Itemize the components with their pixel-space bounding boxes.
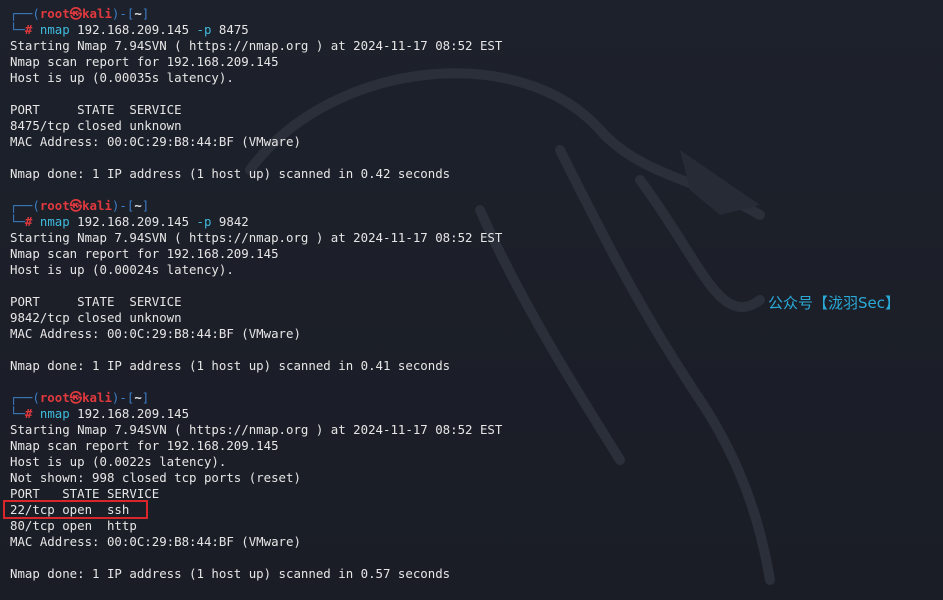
- terminal-window[interactable]: ┌──(root㉿kali)-[~] └─# nmap 192.168.209.…: [0, 0, 943, 600]
- command-line: └─# nmap 192.168.209.145 -p 8475: [10, 22, 249, 37]
- output-line: PORT STATE SERVICE: [10, 102, 182, 117]
- output-line: MAC Address: 00:0C:29:B8:44:BF (VMware): [10, 134, 301, 149]
- output-line: Nmap done: 1 IP address (1 host up) scan…: [10, 166, 451, 181]
- output-line: MAC Address: 00:0C:29:B8:44:BF (VMware): [10, 534, 301, 549]
- output-line-ssh: 22/tcp open ssh: [10, 502, 130, 517]
- output-line: Not shown: 998 closed tcp ports (reset): [10, 470, 301, 485]
- output-line: Nmap scan report for 192.168.209.145: [10, 438, 279, 453]
- output-line: Host is up (0.0022s latency).: [10, 454, 227, 469]
- prompt-line: ┌──(root㉿kali)-[~]: [10, 390, 150, 405]
- output-line: Starting Nmap 7.94SVN ( https://nmap.org…: [10, 230, 503, 245]
- output-line: Nmap scan report for 192.168.209.145: [10, 54, 279, 69]
- output-line: MAC Address: 00:0C:29:B8:44:BF (VMware): [10, 326, 301, 341]
- output-line: Host is up (0.00035s latency).: [10, 70, 234, 85]
- output-line: 80/tcp open http: [10, 518, 137, 533]
- highlight-annotation-box: [3, 500, 148, 519]
- watermark-text: 公众号【泷羽Sec】: [768, 294, 900, 312]
- output-line: Nmap done: 1 IP address (1 host up) scan…: [10, 566, 451, 581]
- output-line: Host is up (0.00024s latency).: [10, 262, 234, 277]
- command-line: └─# nmap 192.168.209.145 -p 9842: [10, 214, 249, 229]
- output-line: 8475/tcp closed unknown: [10, 118, 182, 133]
- output-line: Starting Nmap 7.94SVN ( https://nmap.org…: [10, 422, 503, 437]
- output-line: Starting Nmap 7.94SVN ( https://nmap.org…: [10, 38, 503, 53]
- output-line: PORT STATE SERVICE: [10, 486, 160, 501]
- prompt-line: ┌──(root㉿kali)-[~]: [10, 198, 150, 213]
- command-line: └─# nmap 192.168.209.145: [10, 406, 190, 421]
- output-line: Nmap done: 1 IP address (1 host up) scan…: [10, 358, 451, 373]
- prompt-line: ┌──(root㉿kali)-[~]: [10, 6, 150, 21]
- output-line: Nmap scan report for 192.168.209.145: [10, 246, 279, 261]
